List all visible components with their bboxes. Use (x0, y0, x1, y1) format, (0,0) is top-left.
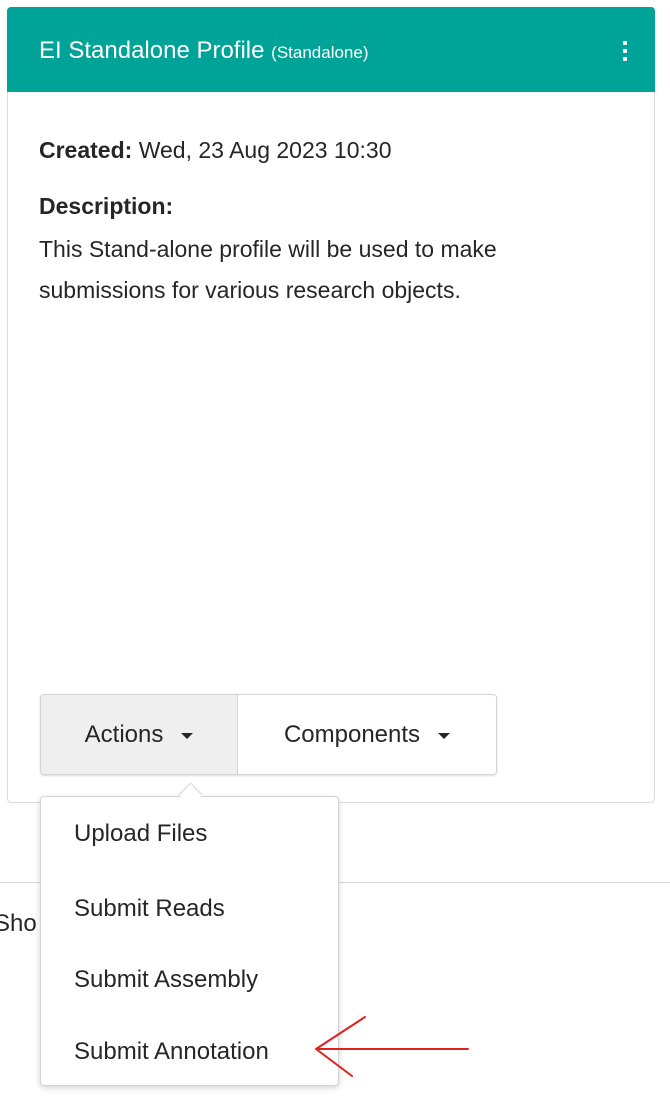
description-label: Description: (39, 193, 174, 219)
action-button-group: Actions Components (40, 694, 497, 775)
left-arrow-icon (315, 1016, 469, 1077)
components-button-label: Components (283, 720, 421, 748)
actions-button-label: Actions (84, 720, 164, 748)
created-label: Created: (39, 137, 133, 163)
menu-item-submit-annotation[interactable]: Submit Annotation (74, 1036, 269, 1068)
actions-dropdown-button[interactable]: Actions (41, 695, 238, 774)
caret-down-icon (181, 732, 194, 739)
menu-item-upload-files[interactable]: Upload Files (74, 818, 207, 850)
obscured-text: Sho (0, 910, 37, 937)
profile-card: EI Standalone Profile (Standalone) Creat… (7, 7, 655, 803)
description-text: This Stand-alone profile will be used to… (39, 236, 497, 303)
created-field: Created: Wed, 23 Aug 2023 10:30 (39, 130, 392, 170)
menu-item-submit-assembly[interactable]: Submit Assembly (74, 964, 258, 996)
caret-down-icon (438, 732, 451, 739)
actions-dropdown-menu: Upload Files Submit Reads Submit Assembl… (40, 782, 339, 1086)
menu-item-submit-reads[interactable]: Submit Reads (74, 893, 225, 925)
profile-title[interactable]: EI Standalone Profile (Standalone) (39, 35, 369, 69)
created-value: Wed, 23 Aug 2023 10:30 (138, 137, 392, 163)
card-header: EI Standalone Profile (Standalone) (7, 7, 655, 92)
profile-title-text: EI Standalone Profile (39, 37, 265, 64)
components-dropdown-button[interactable]: Components (238, 695, 496, 774)
profile-type-label: (Standalone) (271, 43, 369, 62)
kebab-menu-icon[interactable] (621, 39, 629, 63)
